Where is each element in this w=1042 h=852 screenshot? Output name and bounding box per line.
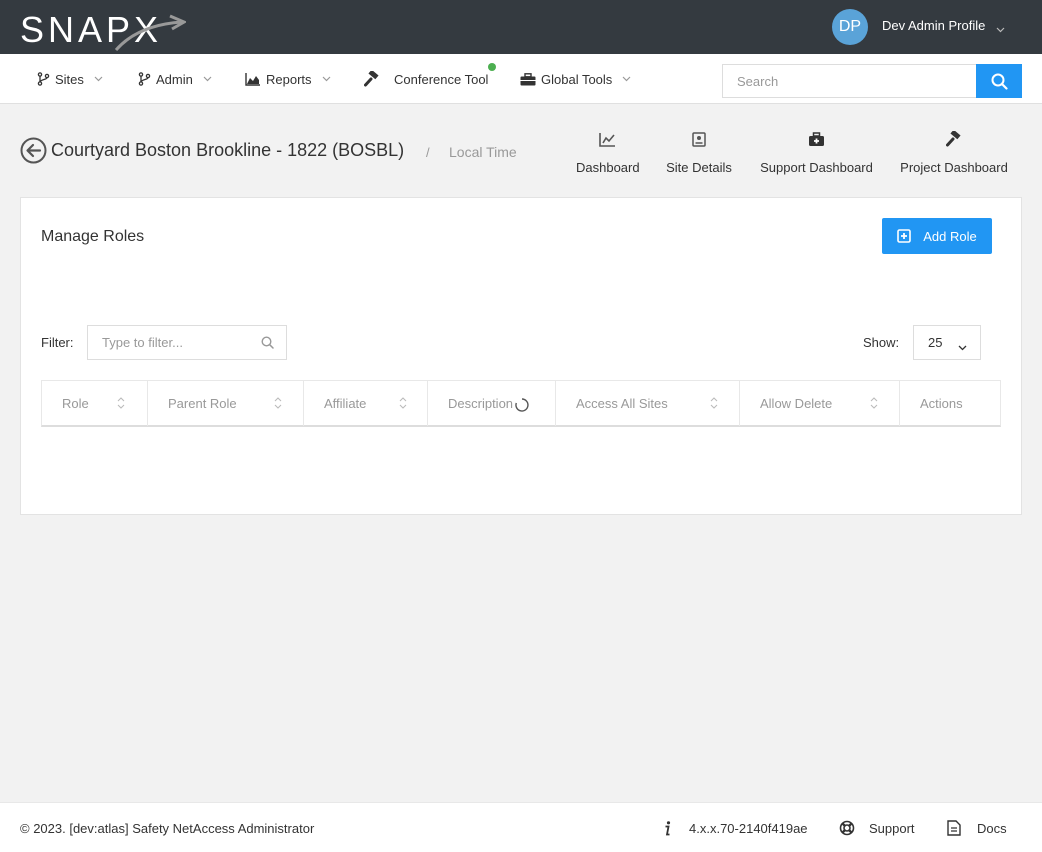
medkit-icon — [760, 126, 873, 152]
nav-item-conference-tool[interactable]: Conference Tool — [364, 54, 488, 104]
back-arrow-icon[interactable] — [20, 137, 47, 169]
search-icon — [261, 336, 274, 354]
support-dashboard-link[interactable]: Support Dashboard — [760, 126, 873, 175]
logo-swoosh-icon — [114, 14, 186, 51]
show-label: Show: — [863, 335, 900, 350]
support-dashboard-link-label: Support Dashboard — [760, 160, 873, 175]
page-size-value: 25 — [928, 335, 943, 350]
nav-label: Conference Tool — [394, 71, 489, 87]
local-time: Local Time — [449, 144, 517, 160]
support-label: Support — [869, 820, 915, 836]
column-header-actions: Actions — [900, 381, 1000, 426]
site-details-link-label: Site Details — [666, 160, 732, 175]
column-label: Parent Role — [168, 396, 237, 411]
nav-item-admin[interactable]: Admin — [138, 54, 212, 104]
chevron-down-icon — [203, 76, 212, 82]
line-chart-icon — [576, 126, 638, 152]
chevron-down-icon — [322, 76, 331, 82]
dashboard-link[interactable]: Dashboard — [576, 126, 640, 175]
gavel-icon — [900, 126, 1008, 152]
profile-name[interactable]: Dev Admin Profile — [882, 18, 985, 33]
search-icon — [991, 73, 1008, 90]
avatar[interactable]: DP — [832, 9, 868, 45]
sort-icon — [710, 396, 718, 413]
filter-input[interactable] — [87, 325, 287, 360]
column-label: Description — [448, 396, 514, 411]
chevron-down-icon — [622, 76, 631, 82]
status-dot — [488, 63, 496, 71]
branch-icon — [138, 72, 151, 86]
nav-label: Admin — [156, 71, 193, 87]
sort-icon — [399, 396, 407, 413]
column-label: Role — [62, 396, 89, 411]
column-label: Access All Sites — [576, 396, 668, 411]
docs-label: Docs — [977, 820, 1007, 836]
snapx-logo[interactable]: SNAPX — [20, 8, 190, 52]
column-header-parent-role[interactable]: Parent Role — [148, 381, 304, 426]
site-details-link[interactable]: Site Details — [666, 126, 732, 175]
nav-item-reports[interactable]: Reports — [245, 54, 331, 104]
life-ring-icon — [839, 820, 855, 836]
gavel-icon — [364, 71, 381, 87]
dashboard-link-label: Dashboard — [576, 160, 640, 175]
support-link[interactable]: Support — [839, 803, 915, 852]
column-label: Affiliate — [324, 396, 367, 411]
nav-label: Sites — [55, 71, 84, 87]
breadcrumb-separator: / — [426, 145, 430, 160]
page-size-select[interactable]: 25 — [913, 325, 981, 360]
project-dashboard-link-label: Project Dashboard — [900, 160, 1008, 175]
address-card-icon — [666, 126, 732, 152]
column-header-access-all-sites[interactable]: Access All Sites — [556, 381, 740, 426]
footer: © 2023. [dev:atlas] Safety NetAccess Adm… — [0, 802, 1042, 852]
docs-link[interactable]: Docs — [947, 803, 1007, 852]
copyright-text: © 2023. [dev:atlas] Safety NetAccess Adm… — [20, 821, 315, 836]
search-input[interactable] — [722, 64, 976, 98]
loading-spinner-icon — [514, 397, 530, 418]
column-header-allow-delete[interactable]: Allow Delete — [740, 381, 900, 426]
file-text-icon — [947, 820, 961, 836]
column-label: Actions — [920, 396, 963, 411]
version-text: 4.x.x.70-2140f419ae — [689, 820, 808, 836]
sort-icon — [274, 396, 282, 413]
manage-roles-card: Manage Roles Add Role Filter: Show: 25 R… — [20, 197, 1022, 515]
add-role-button[interactable]: Add Role — [882, 218, 992, 254]
sort-icon — [870, 396, 878, 413]
page-title: Courtyard Boston Brookline - 1822 (BOSBL… — [51, 140, 405, 160]
nav-label: Global Tools — [541, 71, 613, 87]
nav-label: Reports — [266, 71, 312, 87]
top-bar: SNAPX DP Dev Admin Profile — [0, 0, 1042, 54]
nav-item-global-tools[interactable]: Global Tools — [520, 54, 631, 104]
card-title: Manage Roles — [41, 228, 145, 245]
branch-icon — [37, 72, 50, 86]
version-info: 4.x.x.70-2140f419ae — [664, 803, 808, 852]
add-role-label: Add Role — [923, 228, 977, 244]
nav-item-sites[interactable]: Sites — [37, 54, 103, 104]
sort-icon — [117, 396, 125, 413]
column-header-affiliate[interactable]: Affiliate — [304, 381, 428, 426]
chevron-down-icon — [94, 76, 103, 82]
column-header-description[interactable]: Description — [428, 381, 556, 426]
area-chart-icon — [245, 72, 261, 86]
column-header-role[interactable]: Role — [42, 381, 148, 426]
plus-square-icon — [897, 229, 912, 243]
column-label: Allow Delete — [760, 396, 833, 411]
main-nav: Sites Admin Reports Conference Tool Glob… — [0, 54, 1042, 104]
project-dashboard-link[interactable]: Project Dashboard — [900, 126, 1008, 175]
chevron-down-icon — [958, 339, 967, 354]
chevron-down-icon[interactable] — [996, 20, 1005, 38]
search-button[interactable] — [976, 64, 1022, 98]
filter-label: Filter: — [41, 335, 74, 350]
toolbox-icon — [520, 72, 536, 86]
info-icon — [664, 820, 671, 836]
